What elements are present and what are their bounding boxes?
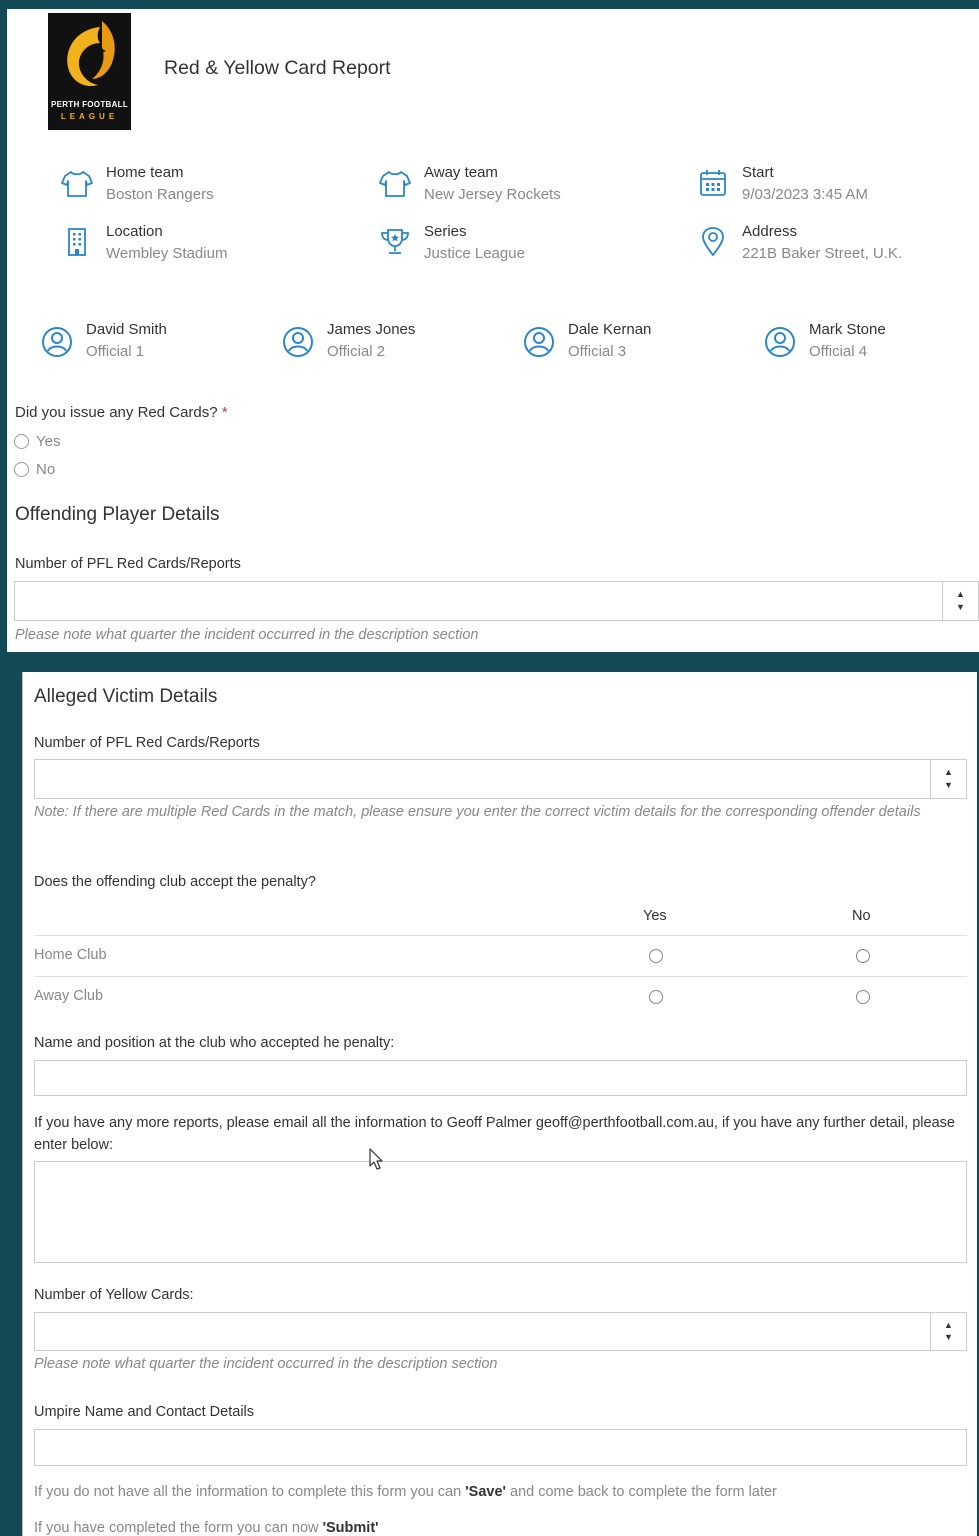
stepper-down-icon[interactable]: ▼ (944, 1333, 953, 1342)
red-cards-question: Did you issue any Red Cards? * (15, 404, 228, 421)
mouse-cursor-icon (369, 1148, 383, 1170)
stepper-down-icon[interactable]: ▼ (944, 781, 953, 790)
calendar-icon (700, 170, 726, 196)
submit-instructions: If you have completed the form you can n… (34, 1520, 379, 1536)
radio-no-label: No (36, 460, 56, 478)
umpire-input[interactable] (34, 1429, 967, 1466)
grid-row-home-club: Home Club (34, 947, 107, 963)
away-club-no-radio[interactable] (856, 990, 870, 1004)
umpire-label: Umpire Name and Contact Details (34, 1404, 255, 1420)
home-team-value: Boston Rangers (106, 186, 214, 203)
red-cards-no-option[interactable]: No (14, 459, 55, 479)
yellow-cards-input[interactable]: ▲ ▼ (34, 1312, 967, 1351)
official-role: Official 2 (327, 343, 386, 360)
offending-red-cards-input[interactable]: ▲ ▼ (14, 581, 979, 621)
start-value: 9/03/2023 3:45 AM (742, 186, 868, 203)
penalty-question: Does the offending club accept the penal… (34, 874, 316, 890)
report-header-panel: PERTH FOOTBALL LEAGUE Red & Yellow Card … (7, 9, 979, 652)
home-team-label: Home team (106, 164, 184, 181)
red-cards-yes-option[interactable]: Yes (14, 431, 60, 451)
submit-text-pre: If you have completed the form you can n… (34, 1520, 323, 1536)
official-name: Dale Kernan (568, 321, 652, 338)
away-team-label: Away team (424, 164, 498, 181)
more-reports-label: If you have any more reports, please ema… (34, 1115, 955, 1153)
required-marker: * (221, 404, 228, 421)
location-value: Wembley Stadium (106, 245, 228, 262)
logo-text-line1: PERTH FOOTBALL (50, 100, 129, 109)
location-label: Location (106, 223, 163, 240)
official-name: David Smith (86, 321, 167, 338)
victim-details-panel: Alleged Victim Details Number of PFL Red… (22, 672, 977, 1536)
accepted-by-label: Name and position at the club who accept… (34, 1035, 395, 1051)
stepper-up-icon[interactable]: ▲ (944, 1321, 953, 1330)
submit-keyword: 'Submit' (322, 1520, 379, 1536)
map-pin-icon (702, 227, 724, 257)
user-circle-icon (42, 327, 72, 357)
save-keyword: 'Save' (465, 1484, 506, 1500)
yellow-cards-note: Please note what quarter the incident oc… (34, 1356, 498, 1372)
stepper-up-icon[interactable]: ▲ (956, 590, 965, 599)
official-role: Official 1 (86, 343, 145, 360)
victim-red-cards-label: Number of PFL Red Cards/Reports (34, 735, 260, 751)
away-club-yes-radio[interactable] (649, 990, 663, 1004)
shirt-icon (61, 171, 93, 197)
series-label: Series (424, 223, 467, 240)
grid-header-no: No (852, 908, 871, 924)
number-stepper[interactable]: ▲ ▼ (930, 1313, 966, 1350)
home-club-yes-radio[interactable] (649, 949, 663, 963)
address-value: 221B Baker Street, U.K. (742, 245, 903, 262)
stepper-down-icon[interactable]: ▼ (956, 603, 965, 612)
series-value: Justice League (424, 245, 525, 262)
building-icon (68, 228, 86, 256)
save-instructions: If you do not have all the information t… (34, 1484, 777, 1500)
home-club-no-radio[interactable] (856, 949, 870, 963)
stepper-up-icon[interactable]: ▲ (944, 768, 953, 777)
user-circle-icon (524, 327, 554, 357)
victim-section-title: Alleged Victim Details (34, 686, 218, 707)
radio-yes[interactable] (14, 433, 29, 449)
official-name: James Jones (327, 321, 416, 338)
radio-yes-label: Yes (36, 432, 61, 450)
yellow-cards-label: Number of Yellow Cards: (34, 1287, 194, 1303)
number-stepper[interactable]: ▲ ▼ (930, 760, 966, 798)
official-role: Official 4 (809, 343, 868, 360)
away-team-value: New Jersey Rockets (424, 186, 561, 203)
trophy-icon (381, 229, 409, 254)
grid-divider (34, 976, 967, 977)
official-name: Mark Stone (809, 321, 886, 338)
red-cards-question-text: Did you issue any Red Cards? (15, 404, 218, 421)
radio-no[interactable] (14, 461, 29, 477)
offending-section-title: Offending Player Details (15, 504, 220, 525)
offending-red-cards-label: Number of PFL Red Cards/Reports (15, 556, 241, 572)
official-role: Official 3 (568, 343, 627, 360)
grid-divider (34, 935, 967, 936)
start-label: Start (742, 164, 774, 181)
victim-red-cards-input[interactable]: ▲ ▼ (34, 759, 967, 799)
user-circle-icon (765, 327, 795, 357)
page-title: Red & Yellow Card Report (164, 57, 391, 79)
number-stepper[interactable]: ▲ ▼ (942, 582, 978, 620)
perth-football-league-logo: PERTH FOOTBALL LEAGUE (48, 13, 131, 130)
logo-text-line2: LEAGUE (60, 112, 119, 121)
save-text-post: and come back to complete the form later (505, 1484, 777, 1500)
accepted-by-input[interactable] (34, 1060, 967, 1096)
more-reports-textarea[interactable] (34, 1161, 967, 1263)
save-text-pre: If you do not have all the information t… (34, 1484, 466, 1500)
victim-note: Note: If there are multiple Red Cards in… (34, 804, 921, 820)
shirt-icon (379, 171, 411, 197)
offending-note: Please note what quarter the incident oc… (15, 627, 479, 643)
grid-header-yes: Yes (643, 908, 667, 924)
address-label: Address (742, 223, 798, 240)
grid-row-away-club: Away Club (34, 988, 104, 1004)
user-circle-icon (283, 327, 313, 357)
